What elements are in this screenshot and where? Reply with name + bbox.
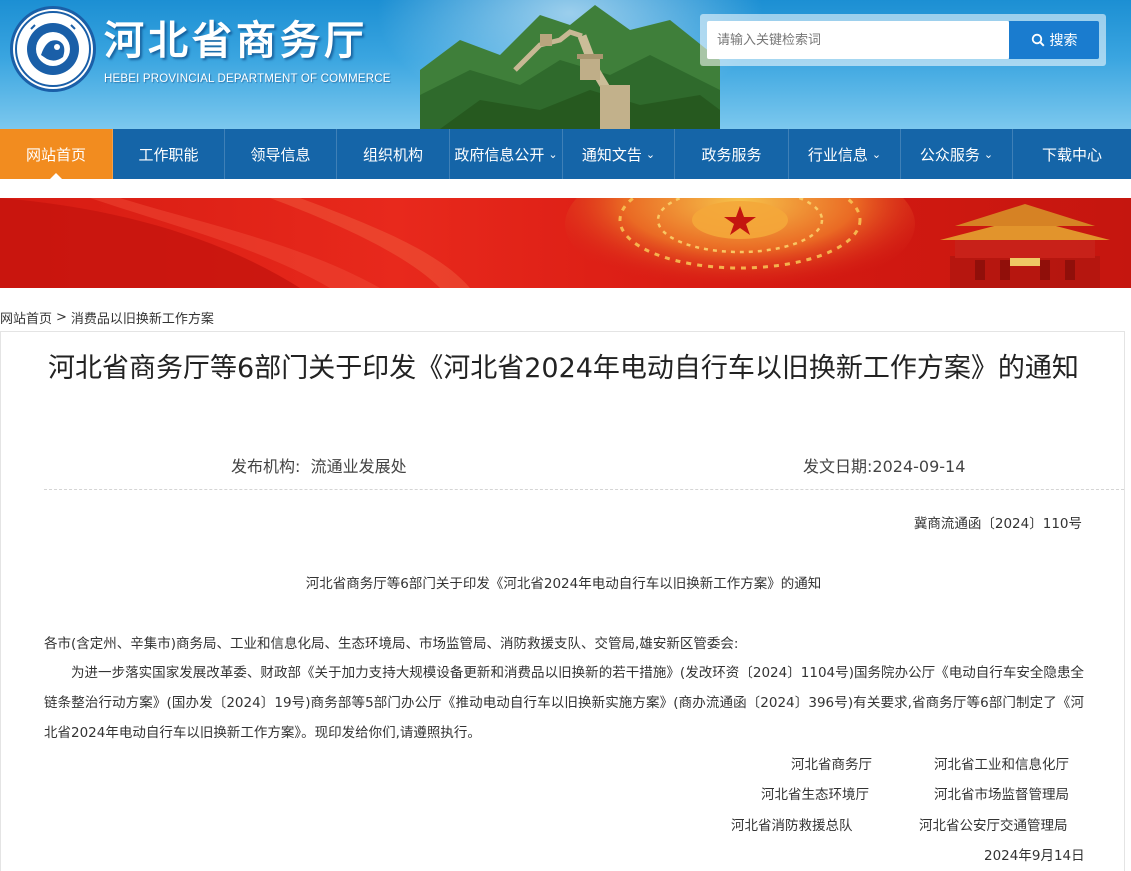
nav-item-label: 政府信息公开	[454, 145, 545, 164]
search-button[interactable]: 搜索	[1009, 21, 1099, 59]
breadcrumb: 网站首页 > 消费品以旧换新工作方案	[0, 308, 214, 327]
publish-date-value: 2024-09-14	[872, 457, 966, 476]
decorative-banner	[0, 198, 1131, 288]
nav-item-label: 网站首页	[25, 145, 86, 164]
department-emblem	[10, 6, 96, 92]
signatory: 河北省工业和信息化厅	[934, 757, 1069, 773]
publish-date-field: 发文日期:2024-09-14	[803, 453, 965, 477]
nav-item-public-services[interactable]: 公众服务 ⌄	[901, 129, 1013, 179]
great-wall-scenery	[420, 5, 720, 129]
signatory: 河北省生态环境厅	[761, 787, 869, 803]
breadcrumb-current-link[interactable]: 消费品以旧换新工作方案	[71, 308, 214, 327]
article-panel: 河北省商务厅等6部门关于印发《河北省2024年电动自行车以旧换新工作方案》的通知…	[0, 331, 1125, 871]
nav-item-label: 工作职能	[138, 145, 199, 164]
search-icon	[1031, 33, 1045, 47]
article-meta: 发布机构: 流通业发展处 发文日期:2024-09-14	[231, 453, 991, 477]
banner-artwork	[0, 198, 1110, 288]
search-input[interactable]	[707, 21, 1009, 59]
site-title: 河北省商务厅	[104, 17, 368, 64]
breadcrumb-separator: >	[56, 309, 67, 325]
nav-item-home[interactable]: 网站首页	[0, 129, 113, 179]
publisher-value: 流通业发展处	[310, 457, 407, 476]
signatory: 河北省消防救援总队	[731, 818, 853, 834]
nav-item-label: 组织机构	[362, 145, 423, 164]
publisher-field: 发布机构: 流通业发展处	[231, 453, 407, 477]
nav-item-leaders[interactable]: 领导信息	[225, 129, 337, 179]
nav-item-gov-services[interactable]: 政务服务	[675, 129, 789, 179]
chevron-down-icon: ⌄	[871, 147, 882, 161]
breadcrumb-home-link[interactable]: 网站首页	[0, 308, 52, 327]
signatory: 河北省公安厅交通管理局	[919, 818, 1068, 834]
nav-item-organization[interactable]: 组织机构	[337, 129, 450, 179]
sign-date: 2024年9月14日	[984, 848, 1085, 864]
search-box: 搜索	[700, 14, 1106, 66]
meta-divider	[44, 489, 1124, 490]
signatory: 河北省市场监督管理局	[934, 787, 1069, 803]
document-number: 冀商流通函〔2024〕110号	[913, 516, 1082, 532]
nav-item-notices[interactable]: 通知文告 ⌄	[563, 129, 675, 179]
publish-date-label: 发文日期:	[803, 457, 873, 476]
chevron-down-icon: ⌄	[983, 147, 994, 161]
article-title: 河北省商务厅等6部门关于印发《河北省2024年电动自行车以旧换新工作方案》的通知	[48, 353, 1079, 384]
site-header: 河北省商务厅 HEBEI PROVINCIAL DEPARTMENT OF CO…	[0, 0, 1131, 129]
document-body: 为进一步落实国家发展改革委、财政部《关于加力支持大规模设备更新和消费品以旧换新的…	[44, 665, 1084, 741]
document-subtitle: 河北省商务厅等6部门关于印发《河北省2024年电动自行车以旧换新工作方案》的通知	[305, 576, 822, 592]
nav-item-label: 行业信息	[807, 145, 868, 164]
nav-item-gov-info[interactable]: 政府信息公开 ⌄	[450, 129, 563, 179]
publisher-label: 发布机构:	[231, 457, 301, 476]
nav-item-label: 下载中心	[1041, 145, 1102, 164]
nav-item-label: 公众服务	[919, 145, 980, 164]
nav-item-functions[interactable]: 工作职能	[113, 129, 225, 179]
nav-item-label: 政务服务	[701, 145, 762, 164]
chevron-down-icon: ⌄	[548, 147, 558, 161]
chevron-down-icon: ⌄	[645, 147, 656, 161]
site-subtitle: HEBEI PROVINCIAL DEPARTMENT OF COMMERCE	[104, 73, 391, 85]
search-button-label: 搜索	[1049, 33, 1078, 49]
main-nav: 网站首页 工作职能 领导信息 组织机构 政府信息公开 ⌄ 通知文告 ⌄ 政务服务…	[0, 129, 1131, 179]
nav-item-label: 领导信息	[250, 145, 311, 164]
signatory: 河北省商务厅	[791, 757, 872, 773]
document-addressee: 各市(含定州、辛集市)商务局、工业和信息化局、生态环境局、市场监管局、消防救援支…	[44, 636, 739, 652]
nav-item-downloads[interactable]: 下载中心	[1013, 129, 1131, 179]
nav-item-industry-info[interactable]: 行业信息 ⌄	[789, 129, 901, 179]
nav-item-label: 通知文告	[581, 145, 642, 164]
